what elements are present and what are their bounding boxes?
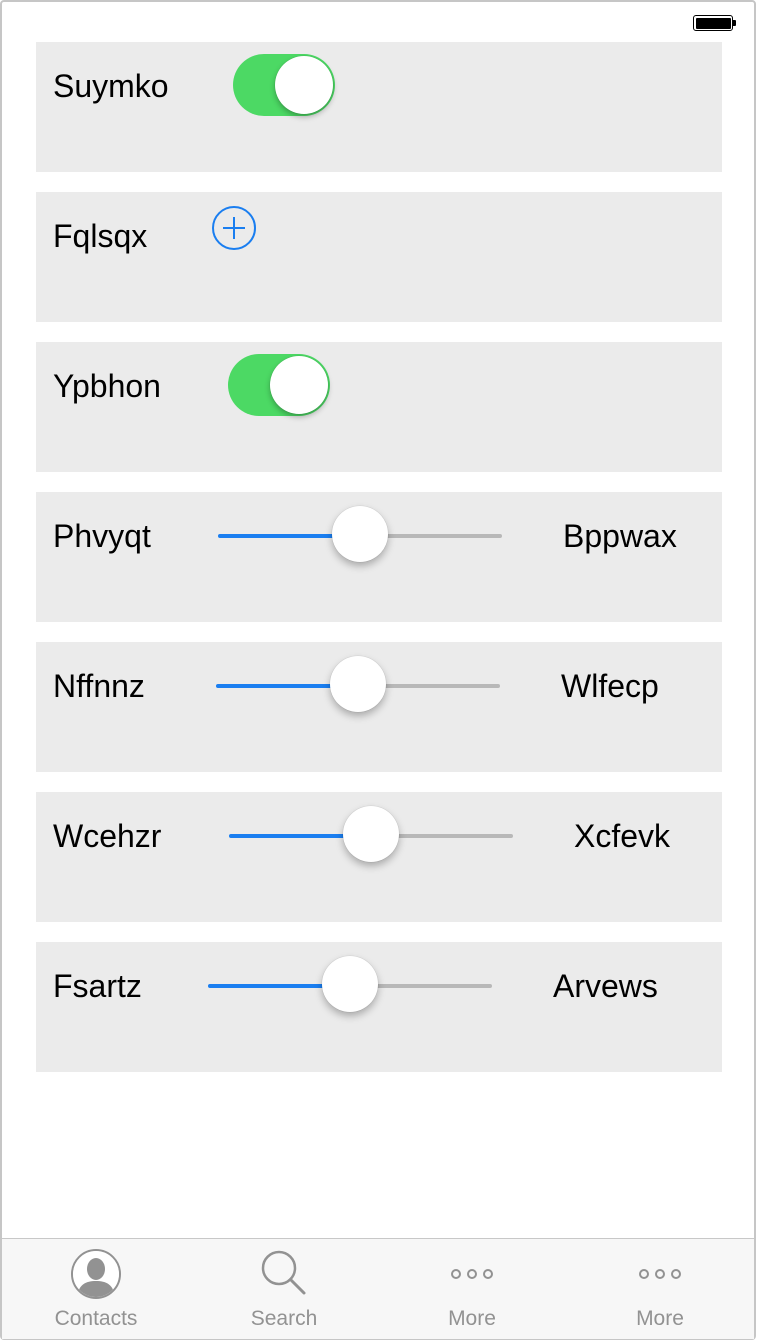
row-wcehzr: Wcehzr Xcfevk: [36, 792, 722, 922]
slider-max-label: Arvews: [553, 968, 658, 1004]
row-label: Phvyqt: [53, 518, 151, 554]
row-fqlsqx: Fqlsqx: [36, 192, 722, 322]
row-nffnnz: Nffnnz Wlfecp: [36, 642, 722, 772]
switch-knob: [270, 356, 328, 414]
search-icon: [261, 1250, 306, 1295]
slider-max-label: Wlfecp: [561, 668, 659, 704]
slider-max-label: Bppwax: [563, 518, 677, 554]
slider-thumb[interactable]: [343, 806, 399, 862]
tab-contacts[interactable]: Contacts: [2, 1239, 190, 1339]
slider[interactable]: [208, 956, 492, 1016]
row-label: Fqlsqx: [53, 218, 148, 254]
tab-label: Contacts: [54, 1307, 138, 1330]
row-label: Wcehzr: [53, 818, 162, 854]
tab-label: More: [636, 1307, 684, 1330]
row-ypbhon: Ypbhon: [36, 342, 722, 472]
row-suymko: Suymko: [36, 42, 722, 172]
battery-icon: [693, 15, 736, 31]
switch-knob: [275, 56, 333, 114]
slider[interactable]: [229, 806, 513, 866]
contacts-icon: [71, 1249, 121, 1299]
app-window: Suymko Fqlsqx Ypbhon Phvyqt Bppwax Nffnn…: [0, 0, 756, 1340]
add-icon[interactable]: [212, 206, 256, 250]
slider-max-label: Xcfevk: [574, 818, 671, 854]
tab-label: Search: [250, 1307, 318, 1330]
more-icon: [639, 1269, 681, 1279]
tab-more-1[interactable]: More: [378, 1239, 566, 1339]
row-label: Suymko: [53, 68, 169, 104]
tab-search[interactable]: Search: [190, 1239, 378, 1339]
slider-thumb[interactable]: [332, 506, 388, 562]
more-icon: [451, 1269, 493, 1279]
slider-thumb[interactable]: [322, 956, 378, 1012]
row-fsartz: Fsartz Arvews: [36, 942, 722, 1072]
toggle-switch[interactable]: [228, 354, 330, 416]
slider[interactable]: [218, 506, 502, 566]
tab-bar: Contacts Search More More: [2, 1238, 754, 1339]
row-label: Ypbhon: [53, 368, 161, 404]
tab-more-2[interactable]: More: [566, 1239, 754, 1339]
toggle-switch[interactable]: [233, 54, 335, 116]
row-label: Fsartz: [53, 968, 142, 1004]
row-label: Nffnnz: [53, 668, 145, 704]
row-phvyqt: Phvyqt Bppwax: [36, 492, 722, 622]
slider[interactable]: [216, 656, 500, 716]
tab-label: More: [448, 1307, 496, 1330]
slider-thumb[interactable]: [330, 656, 386, 712]
